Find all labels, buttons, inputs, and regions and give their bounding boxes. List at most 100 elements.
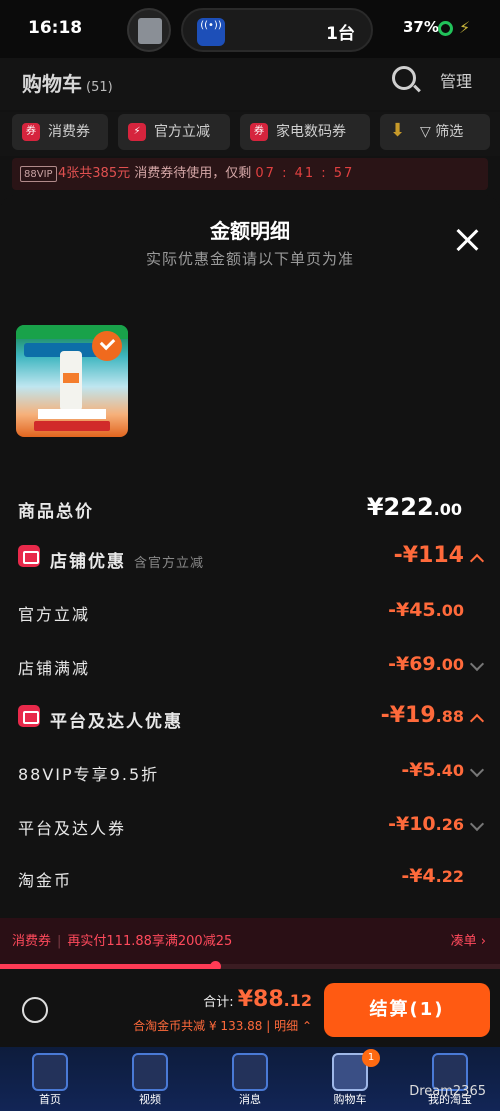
amount-int: -¥114 <box>393 543 464 568</box>
search-icon[interactable] <box>392 66 416 90</box>
add-items-label: 凑单 <box>450 934 477 949</box>
row-label: 平台及达人券 <box>18 819 127 838</box>
selected-check-icon[interactable] <box>92 331 122 361</box>
clock: 16:18 <box>28 18 83 38</box>
row-label: 平台及达人优惠 <box>50 712 183 732</box>
checkout-button[interactable]: 结算(1) <box>324 983 490 1037</box>
bottom-tab-bar: 首页 视频 消息 1 购物车 我的淘宝 <box>0 1047 500 1111</box>
voucher-icon: 券 <box>22 123 40 141</box>
row-platform-voucher[interactable]: 平台及达人券 -¥10.26 <box>0 805 500 845</box>
row-label: 88VIP专享9.5折 <box>18 765 160 784</box>
tab-label: 首页 <box>39 1093 61 1106</box>
chip-label: 消费券 <box>48 124 90 140</box>
chevron-down-icon[interactable] <box>469 656 485 672</box>
island-count: 1台 <box>326 24 355 44</box>
row-amount: -¥10.26 <box>388 813 464 835</box>
amount-int: -¥69 <box>388 653 436 675</box>
row-taojinbi: 淘金币 -¥4.22 <box>0 857 500 897</box>
amount-dec: .00 <box>435 655 464 674</box>
voucher-tag: 消费券 <box>12 934 52 949</box>
close-icon[interactable] <box>455 228 479 252</box>
amount-int: -¥10 <box>388 813 436 835</box>
battery-level: 37% <box>403 18 439 36</box>
total-summary: 合计: ¥88.12 <box>203 987 312 1012</box>
cart-header: 购物车 (51) 管理 <box>0 58 500 110</box>
row-label: 店铺优惠 含官方立减 <box>50 547 204 572</box>
thumb-caption <box>38 409 106 419</box>
row-official-discount: 官方立减 -¥45.00 <box>0 591 500 631</box>
filter-chip-appliance-voucher[interactable]: 券 家电数码券 <box>240 114 370 150</box>
thumb-price-bar <box>34 421 110 431</box>
coupon-icon <box>18 705 40 727</box>
select-all-radio[interactable] <box>22 997 48 1023</box>
row-store-discount[interactable]: 店铺优惠 含官方立减 -¥114 <box>0 537 500 577</box>
tab-home[interactable]: 首页 <box>20 1051 80 1109</box>
tab-label: 消息 <box>239 1093 261 1106</box>
vip-badge: 88VIP <box>20 166 57 182</box>
chevron-up-icon[interactable] <box>469 713 485 729</box>
chevron-up-icon[interactable] <box>469 553 485 569</box>
chip-label: 筛选 <box>435 124 464 140</box>
chip-label: 官方立减 <box>154 124 210 140</box>
amount-int: -¥5 <box>401 759 436 781</box>
total-amount: ¥88.12 <box>238 987 312 1012</box>
voucher-text: 消费券待使用，仅剩 <box>134 166 252 181</box>
tab-label: 购物车 <box>333 1093 367 1106</box>
battery-ring-icon <box>438 21 453 36</box>
voucher-threshold-text: 再实付111.88享满200减25 <box>67 934 233 949</box>
row-store-full-reduction[interactable]: 店铺满减 -¥69.00 <box>0 645 500 685</box>
vip-voucher-banner[interactable]: 88VIP 4张共385元 消费券待使用，仅剩 07 : 41 : 57 <box>12 158 488 190</box>
dynamic-island[interactable]: ((•)) 1台 <box>181 8 373 52</box>
saving-detail-link[interactable]: 合淘金币共减 ¥ 133.88 | 明细 ⌃ <box>133 1017 312 1034</box>
sheet-subtitle: 实际优惠金额请以下单页为准 <box>145 250 354 268</box>
countdown-timer: 07 : 41 : 57 <box>255 166 355 181</box>
voucher-threshold-bar[interactable]: 消费券 | 再实付111.88享满200减25 凑单 › <box>0 918 500 966</box>
row-platform-discount[interactable]: 平台及达人优惠 -¥19.88 <box>0 697 500 737</box>
separator: | <box>57 934 62 949</box>
filter-chip-official-discount[interactable]: ⚡ 官方立减 <box>118 114 230 150</box>
tab-label: 视频 <box>139 1093 161 1106</box>
amount-int: -¥4 <box>401 865 436 887</box>
chevron-down-icon[interactable] <box>469 816 485 832</box>
total-label: 合计: <box>203 995 234 1010</box>
row-amount: -¥5.40 <box>401 759 464 781</box>
saving-text: 合淘金币共减 ¥ 133.88 | 明细 <box>133 1019 299 1033</box>
filter-chip-voucher[interactable]: 券 消费券 <box>12 114 108 150</box>
chevron-down-icon[interactable] <box>469 762 485 778</box>
voucher-icon: 券 <box>250 123 268 141</box>
label-text: 店铺优惠 <box>50 552 126 572</box>
manage-button[interactable]: 管理 <box>440 68 472 92</box>
messages-tab-icon <box>232 1053 268 1091</box>
filter-button[interactable]: ⬇ ▽ 筛选 <box>380 114 490 150</box>
add-items-button[interactable]: 凑单 › <box>451 918 486 966</box>
sheet-title: 金额明细 <box>210 219 290 243</box>
row-note: 含官方立减 <box>134 556 205 571</box>
tab-my-taobao[interactable]: 我的淘宝 <box>420 1051 480 1109</box>
funnel-icon: ▽ <box>420 124 436 140</box>
cart-badge: 1 <box>362 1049 380 1067</box>
tab-video[interactable]: 视频 <box>120 1051 180 1109</box>
status-bar: 16:18 ((•)) 1台 37% ⚡ <box>0 0 500 58</box>
total-int: ¥88 <box>237 987 284 1012</box>
watermark: Dream2365 <box>409 1084 486 1099</box>
total-dec: .12 <box>283 991 312 1010</box>
home-tab-icon <box>32 1053 68 1091</box>
amount-dec: .40 <box>435 761 464 780</box>
row-label: 店铺满减 <box>18 659 91 678</box>
tab-cart[interactable]: 1 购物车 <box>320 1049 380 1109</box>
filter-label: ▽ 筛选 <box>420 114 463 150</box>
page-title: 购物车 (51) <box>22 68 113 97</box>
amount-dec: .26 <box>435 815 464 834</box>
row-label: 官方立减 <box>18 605 91 624</box>
voucher-highlight: 4张共385元 <box>58 166 131 181</box>
amount-dec: .22 <box>435 867 464 886</box>
amount-dec: .00 <box>433 500 462 519</box>
row-amount: -¥19.88 <box>381 703 464 728</box>
chevron-right-icon: › <box>480 934 486 949</box>
tab-messages[interactable]: 消息 <box>220 1051 280 1109</box>
row-amount: -¥45.00 <box>388 599 464 621</box>
row-88vip-discount[interactable]: 88VIP专享9.5折 -¥5.40 <box>0 751 500 791</box>
lightning-icon: ⚡ <box>128 123 146 141</box>
front-camera <box>127 8 171 52</box>
amount-detail-sheet: 金额明细 实际优惠金额请以下单页为准 商品总价 ¥222.00 店铺优惠 含官方立… <box>0 195 500 918</box>
